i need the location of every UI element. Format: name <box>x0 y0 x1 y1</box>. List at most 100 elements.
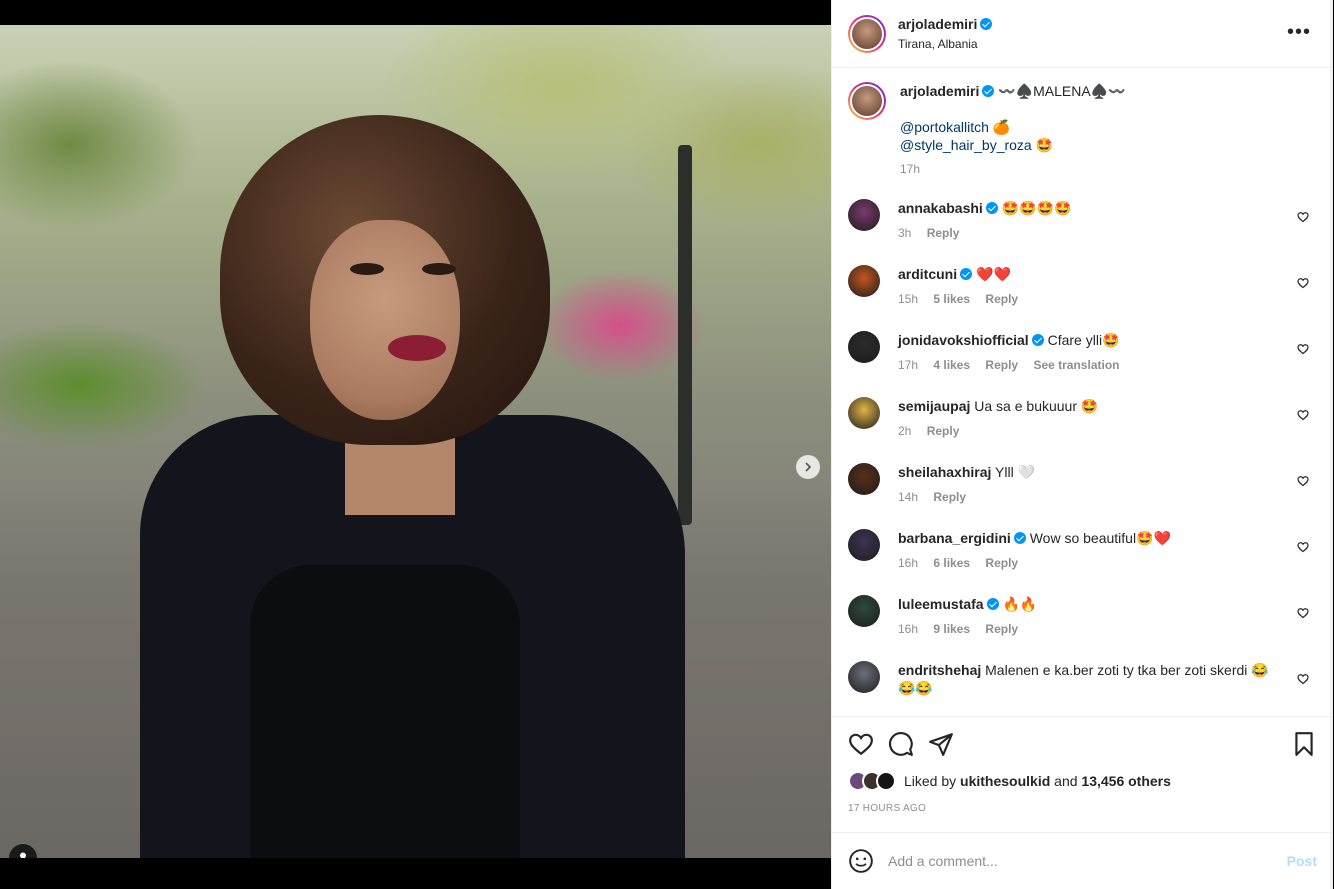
comment-row: annakabashi 🤩🤩🤩🤩 3h Reply <box>848 199 1317 265</box>
scrollbar[interactable] <box>1330 0 1333 889</box>
bookmark-icon[interactable] <box>1291 731 1317 757</box>
avatar[interactable] <box>848 661 880 693</box>
comment-text: Cfare ylli🤩 <box>1047 332 1120 348</box>
see-translation-button[interactable]: See translation <box>1033 358 1119 372</box>
like-comment-heart-icon[interactable] <box>1297 409 1309 421</box>
post-photo <box>0 25 831 858</box>
like-comment-heart-icon[interactable] <box>1297 211 1309 223</box>
caption-mention-portokallitch[interactable]: @portokallitch <box>900 119 989 135</box>
add-comment-bar: Post <box>832 832 1333 889</box>
likes-summary: Liked by ukithesoulkid and 13,456 others <box>848 771 1317 791</box>
comment-icon[interactable] <box>888 731 914 757</box>
comment-container: annakabashi 🤩🤩🤩🤩 3h Reply arditcuni ❤️❤️… <box>848 199 1317 715</box>
comment-row: semijaupaj Ua sa e bukuuur 🤩 2h Reply <box>848 397 1317 463</box>
comment-username[interactable]: semijaupaj <box>898 398 970 414</box>
comment-row: luleemustafa 🔥🔥 16h 9 likes Reply <box>848 595 1317 661</box>
reply-button[interactable]: Reply <box>985 358 1018 372</box>
comment-username[interactable]: arditcuni <box>898 266 957 282</box>
verified-badge-icon <box>980 18 993 30</box>
comment-time[interactable]: 16h <box>898 556 918 570</box>
reply-button[interactable]: Reply <box>927 424 960 438</box>
avatar[interactable] <box>848 199 880 231</box>
avatar <box>876 771 896 791</box>
author-avatar[interactable] <box>848 14 886 53</box>
comment-username[interactable]: jonidavokshiofficial <box>898 332 1029 348</box>
reply-button[interactable]: Reply <box>927 226 960 240</box>
like-comment-heart-icon[interactable] <box>1297 607 1309 619</box>
comment-text: ❤️❤️ <box>976 266 1011 282</box>
author-username[interactable]: arjolademiri <box>898 16 977 32</box>
like-comment-heart-icon[interactable] <box>1297 343 1309 355</box>
like-comment-heart-icon[interactable] <box>1297 277 1309 289</box>
comment-time[interactable]: 14h <box>898 490 918 504</box>
comments-list[interactable]: arjolademiri 〰️♠️MALENA♠️〰️ @portokallit… <box>832 69 1333 715</box>
avatar[interactable] <box>848 265 880 297</box>
liked-by-user[interactable]: ukithesoulkid <box>960 773 1050 789</box>
comment-username[interactable]: annakabashi <box>898 200 983 216</box>
comment-row: arditcuni ❤️❤️ 15h 5 likes Reply <box>848 265 1317 331</box>
reply-button[interactable]: Reply <box>985 292 1018 306</box>
comment-username[interactable]: luleemustafa <box>898 596 984 612</box>
comment-row: sheilahaxhiraj Ylll 🤍 14h Reply <box>848 463 1317 529</box>
comment-username[interactable]: sheilahaxhiraj <box>898 464 991 480</box>
verified-badge-icon <box>982 85 995 97</box>
comment-likes[interactable]: 9 likes <box>933 622 970 636</box>
chevron-right-icon <box>805 462 812 472</box>
comment-likes[interactable]: 4 likes <box>933 358 970 372</box>
avatar[interactable] <box>848 529 880 561</box>
emoji-icon[interactable] <box>848 848 874 874</box>
more-horizontal-icon: ••• <box>1286 21 1311 43</box>
post-comment-button[interactable]: Post <box>1287 853 1317 869</box>
comment-text: Wow so beautiful🤩❤️ <box>1029 530 1171 546</box>
caption-title: 〰️♠️MALENA♠️〰️ <box>998 83 1126 99</box>
reply-button[interactable]: Reply <box>985 622 1018 636</box>
comment-likes[interactable]: 6 likes <box>933 556 970 570</box>
send-icon[interactable] <box>928 731 954 757</box>
carousel-next-button[interactable] <box>796 455 820 479</box>
comment-time[interactable]: 15h <box>898 292 918 306</box>
caption-username[interactable]: arjolademiri <box>900 83 979 99</box>
instagram-post-viewer: arjolademiri Tirana, Albania ••• arjolad… <box>0 0 1334 889</box>
like-comment-heart-icon[interactable] <box>1297 673 1309 685</box>
liked-by-others[interactable]: 13,456 others <box>1081 773 1171 789</box>
comment-text: Ylll 🤍 <box>995 464 1036 480</box>
comment-row: endritshehaj Malenen e ka.ber zoti ty tk… <box>848 661 1317 715</box>
comment-time[interactable]: 3h <box>898 226 911 240</box>
more-options-button[interactable]: ••• <box>1287 22 1311 42</box>
verified-badge-icon <box>985 202 998 214</box>
comment-username[interactable]: barbana_ergidini <box>898 530 1011 546</box>
avatar[interactable] <box>848 397 880 429</box>
like-comment-heart-icon[interactable] <box>1297 475 1309 487</box>
like-comment-heart-icon[interactable] <box>1297 541 1309 553</box>
post-caption: arjolademiri 〰️♠️MALENA♠️〰️ @portokallit… <box>848 69 1317 199</box>
caption-avatar[interactable] <box>848 82 886 120</box>
comment-row: barbana_ergidini Wow so beautiful🤩❤️ 16h… <box>848 529 1317 595</box>
post-location[interactable]: Tirana, Albania <box>898 37 992 51</box>
comment-input[interactable] <box>888 853 1287 869</box>
comment-text: Ua sa e bukuuur 🤩 <box>974 398 1099 414</box>
post-details-panel: arjolademiri Tirana, Albania ••• arjolad… <box>831 0 1333 889</box>
comment-time[interactable]: 16h <box>898 622 918 636</box>
verified-badge-icon <box>1013 532 1026 544</box>
heart-icon[interactable] <box>848 731 874 757</box>
comment-time[interactable]: 2h <box>898 424 911 438</box>
post-timestamp[interactable]: 17 HOURS AGO <box>848 803 1317 814</box>
avatar[interactable] <box>848 595 880 627</box>
comment-username[interactable]: endritshehaj <box>898 662 981 678</box>
caption-mention-style-hair[interactable]: @style_hair_by_roza <box>900 137 1032 153</box>
post-header: arjolademiri Tirana, Albania ••• <box>832 0 1333 68</box>
avatar[interactable] <box>848 331 880 363</box>
likers-avatars[interactable] <box>848 771 896 791</box>
avatar[interactable] <box>848 463 880 495</box>
post-actions: Liked by ukithesoulkid and 13,456 others… <box>832 716 1333 832</box>
reply-button[interactable]: Reply <box>933 490 966 504</box>
reply-button[interactable]: Reply <box>985 556 1018 570</box>
comment-time[interactable]: 17h <box>898 358 918 372</box>
comment-likes[interactable]: 5 likes <box>933 292 970 306</box>
verified-badge-icon <box>1031 334 1044 346</box>
comment-text: 🔥🔥 <box>1002 596 1038 612</box>
user-icon <box>20 852 26 858</box>
verified-badge-icon <box>986 598 999 610</box>
photo-subject <box>140 115 700 858</box>
caption-time[interactable]: 17h <box>900 160 1126 178</box>
